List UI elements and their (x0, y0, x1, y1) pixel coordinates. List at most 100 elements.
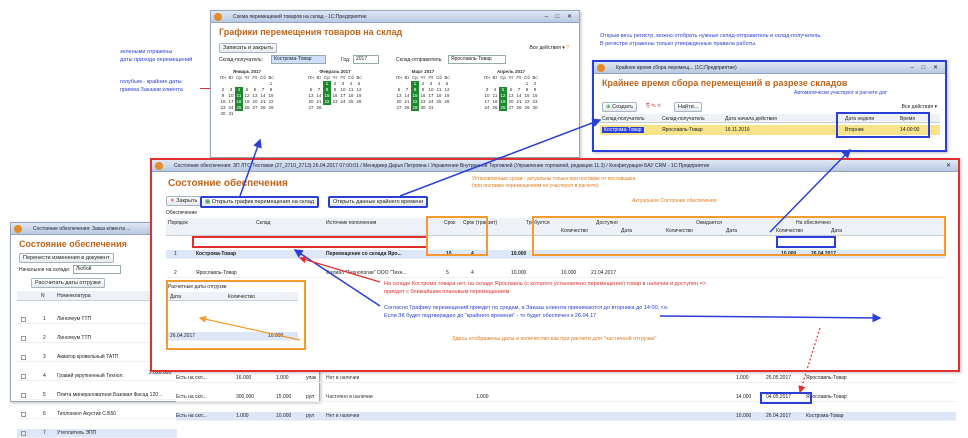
table-row[interactable]: 7 Утеплитель ЭПП (17, 429, 177, 438)
column-header: Порядок (168, 220, 188, 226)
calendar-day[interactable]: 27 (395, 105, 403, 111)
cell: 10.000 (276, 413, 292, 419)
year-field[interactable]: 2017 (353, 55, 379, 64)
note-line: Установленные сроки - актуальны только п… (472, 176, 636, 182)
table-row[interactable]: Есть на скл... 1.000 10.000 рул Нет в наличи… (176, 412, 956, 421)
row-checkbox[interactable] (21, 374, 26, 379)
calendar-day[interactable]: 29 (523, 105, 531, 111)
cell: 4 (471, 270, 474, 276)
highlight-box (776, 236, 836, 248)
calendar-day[interactable]: 24 (339, 99, 347, 105)
calendar-day[interactable]: 28 (515, 105, 523, 111)
table-row[interactable]: Есть на скл... 16.000 1.000 упак Нет в налич… (176, 374, 956, 383)
cell: Перемещение со склада Яро... (326, 251, 402, 257)
calendar-day[interactable]: 27 (307, 105, 315, 111)
calendar-day[interactable]: 30 (219, 111, 227, 117)
cell: 10.000 (736, 413, 752, 419)
partial-shipment-note: Здесь отображены даты и количество как п… (452, 336, 657, 342)
highlight-box (166, 280, 306, 350)
cell: Нет в наличии (326, 375, 360, 381)
table-row[interactable]: 5 Плита минераловатная Базовая Фасад 120.… (17, 391, 177, 400)
supply-window: Состояние обеспечения: ЗП ЛТС Тестовая (… (150, 158, 960, 372)
cell: Линолеум ТТП (57, 335, 92, 341)
find-button[interactable]: Найти... (674, 102, 703, 112)
cell: Кострома-Товар (602, 127, 644, 133)
all-actions-menu[interactable]: Все действия ▾ ? (529, 45, 569, 51)
calendar-day[interactable]: 31 (227, 111, 235, 117)
deadline-window: Крайнее время сбора перемещ... (1С:Предп… (592, 60, 947, 152)
cell: 1.000 (276, 375, 289, 381)
calendar-day[interactable]: 25 (235, 105, 243, 111)
calendar-day[interactable]: 30 (419, 105, 427, 111)
transfer-button[interactable]: Перенести изменения в документ (19, 253, 114, 263)
calendar-day[interactable]: 27 (251, 105, 259, 111)
window-controls[interactable]: – □ ✕ (911, 62, 941, 73)
calendar-day[interactable]: 23 (331, 99, 339, 105)
receiver-field[interactable]: Кострома-Товар (271, 55, 326, 64)
window-controls[interactable]: ✕ (946, 160, 954, 171)
highlight-box (426, 216, 488, 256)
cell: 1 (174, 251, 177, 257)
calc-dates-button[interactable]: Рассчитать даты отгрузки (31, 278, 105, 288)
open-schedule-button[interactable]: ▦ Открыть график перемещения на склад (200, 196, 319, 208)
row-checkbox[interactable] (21, 336, 26, 341)
calendar-day[interactable]: 26 (443, 99, 451, 105)
close-button[interactable]: ✕ Закрыть (166, 196, 202, 206)
cell: Кострома-Товар (196, 251, 237, 257)
column-header: Склад-получатель (662, 116, 705, 122)
calendar-day[interactable]: 25 (347, 99, 355, 105)
cell: рул (306, 394, 315, 400)
warehouse-field[interactable]: Любой (73, 265, 121, 274)
window-title: Схема перемещений товаров на склад - 1С:… (233, 14, 367, 20)
calendar-day[interactable]: 29 (411, 105, 419, 111)
cell: 14.000 (736, 394, 752, 400)
table-row[interactable]: 2 Ярославль-Товар Филиал "Технологии" ОО… (166, 269, 946, 278)
row-checkbox[interactable] (21, 412, 26, 417)
cell: 1.000 (236, 413, 249, 419)
window-title: Крайнее время сбора перемещ... (1С:Предп… (616, 65, 737, 71)
note-line: Открыв весь регистр, можно отобрать нужн… (600, 33, 822, 39)
note-line: даты прихода перемещений (120, 57, 193, 63)
table-row[interactable]: Есть на скл... 300.000 15.000 рул Частично в… (176, 393, 956, 402)
calendar-day[interactable]: 28 (403, 105, 411, 111)
calendar-day[interactable]: 26 (355, 99, 363, 105)
note-line: зелеными отражены (120, 49, 173, 55)
calendar-month: Февраль 2017 Пн Вт Ср Чт Пт Сб Вс 1 2 3 4 5 6 7 8 9 10 11 1… (307, 69, 363, 111)
create-button[interactable]: ⊕ Создать (602, 102, 638, 112)
calendar-grid: Пн Вт Ср Чт Пт Сб Вс 1 2 3 4 5 6 7 8 9 10 11 12 13 14 15 16 17 1… (219, 75, 275, 117)
row-checkbox[interactable] (21, 317, 26, 322)
cell: 21.04.2017 (591, 270, 617, 276)
blue-legend-note: голубым - крайние даты приема Заказов кл… (120, 78, 183, 94)
cell: 1.000 (736, 375, 749, 381)
window-controls[interactable]: – □ ✕ (545, 11, 575, 22)
calendar-day[interactable]: 25 (491, 105, 499, 111)
calendar-month: Март 2017 Пн Вт Ср Чт Пт Сб Вс 1 2 3 4 5 6 7 8 9 10 11 12 13… (395, 69, 451, 111)
calendar-day[interactable]: 25 (435, 99, 443, 105)
actual-state-note: Актуальное Состояние обеспечения (632, 198, 717, 204)
open-deadline-button[interactable]: Открыть данные крайнего времени (328, 196, 429, 208)
column-header: Источник пополнения (326, 220, 377, 226)
calendar-day[interactable]: 31 (427, 105, 435, 111)
cell: Кострома-Товар (806, 413, 844, 419)
calendar-day[interactable]: 26 (243, 105, 251, 111)
save-close-button[interactable]: Записать и закрыть (219, 43, 278, 53)
sender-field[interactable]: Ярославль-Товар (448, 55, 506, 64)
cell: Есть на скл... (176, 413, 207, 419)
calendar-day[interactable]: 22 (323, 99, 331, 105)
calendar-grid: Пн Вт Ср Чт Пт Сб Вс 1 2 3 4 5 6 7 8 9 10 11 12 13 14 15 16 17 1… (307, 75, 363, 111)
row-checkbox[interactable] (21, 393, 26, 398)
calendar-day[interactable]: 26 (499, 105, 507, 111)
toolbar-icons[interactable]: ⎘ ✎ ✕ (646, 103, 661, 109)
calendar-day[interactable]: 28 (315, 105, 323, 111)
cell: Есть на скл... (176, 394, 207, 400)
table-row[interactable]: 6 Теплоизол Акустик С.Б50 (17, 410, 177, 419)
row-checkbox[interactable] (21, 355, 26, 360)
calendar-day[interactable]: 28 (259, 105, 267, 111)
note-line: голубым - крайние даты (120, 79, 182, 85)
calendar-day[interactable]: 24 (483, 105, 491, 111)
calendar-day[interactable]: 30 (531, 105, 539, 111)
calendar-day[interactable]: 27 (507, 105, 515, 111)
row-checkbox[interactable] (21, 431, 26, 436)
calendar-day[interactable]: 29 (267, 105, 275, 111)
all-actions-menu[interactable]: Все действия ▾ (902, 104, 937, 110)
